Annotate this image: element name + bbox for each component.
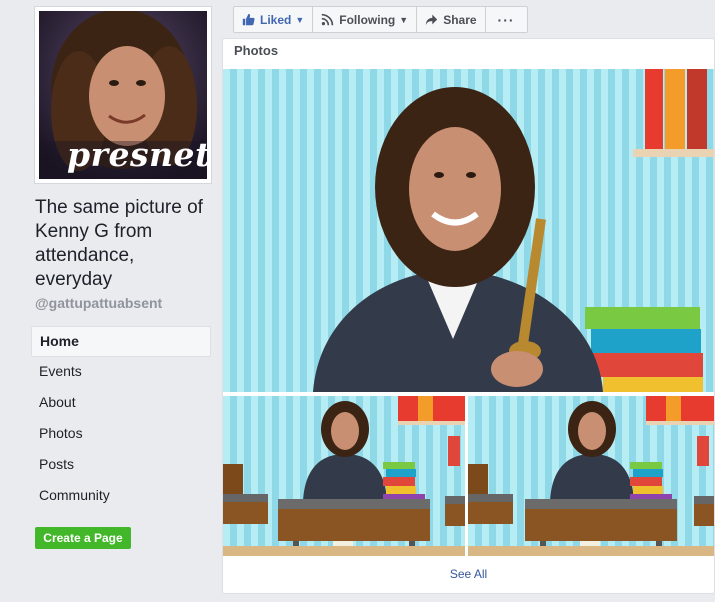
thumbnail-photo-image <box>468 396 714 556</box>
page-sidebar: presnet The same picture of Kenny G from… <box>0 0 222 602</box>
rss-icon <box>321 13 334 26</box>
page-title: The same picture of Kenny G from attenda… <box>35 197 203 290</box>
photo-thumbnail[interactable] <box>223 396 465 556</box>
liked-label: Liked <box>260 12 292 27</box>
profile-picture-frame[interactable]: presnet <box>34 6 212 184</box>
create-page-button[interactable]: Create a Page <box>35 527 131 549</box>
share-button[interactable]: Share <box>416 6 486 33</box>
nav-item-events[interactable]: Events <box>31 357 211 388</box>
more-icon: ··· <box>497 11 515 28</box>
nav-item-posts[interactable]: Posts <box>31 450 211 481</box>
profile-caption: presnet <box>67 135 207 174</box>
photos-card: Photos See All <box>222 38 715 594</box>
caret-down-icon: ▼ <box>399 14 409 25</box>
thumbs-up-icon <box>242 13 255 26</box>
profile-picture[interactable]: presnet <box>39 11 207 179</box>
see-all-photos-link[interactable]: See All <box>223 567 714 581</box>
caret-down-icon: ▼ <box>295 14 305 25</box>
liked-button[interactable]: Liked ▼ <box>233 6 314 33</box>
page-action-toolbar: Liked ▼ Following ▼ Share ··· <box>233 6 528 33</box>
nav-item-community[interactable]: Community <box>31 481 211 512</box>
following-button[interactable]: Following ▼ <box>312 6 418 33</box>
photo-thumbnail[interactable] <box>468 396 714 556</box>
photos-section-title[interactable]: Photos <box>234 43 278 58</box>
following-label: Following <box>339 12 396 27</box>
featured-photo-image <box>223 69 714 392</box>
nav-item-about[interactable]: About <box>31 388 211 419</box>
share-label: Share <box>443 12 477 27</box>
nav-item-home[interactable]: Home <box>31 326 211 357</box>
page-username[interactable]: @gattupattuabsent <box>35 295 162 311</box>
nav-item-photos[interactable]: Photos <box>31 419 211 450</box>
page-nav: Home Events About Photos Posts Community <box>31 326 211 512</box>
thumbnail-photo-image <box>223 396 465 556</box>
photo-featured[interactable] <box>223 69 714 392</box>
more-options-button[interactable]: ··· <box>484 6 528 33</box>
share-arrow-icon <box>425 13 438 26</box>
